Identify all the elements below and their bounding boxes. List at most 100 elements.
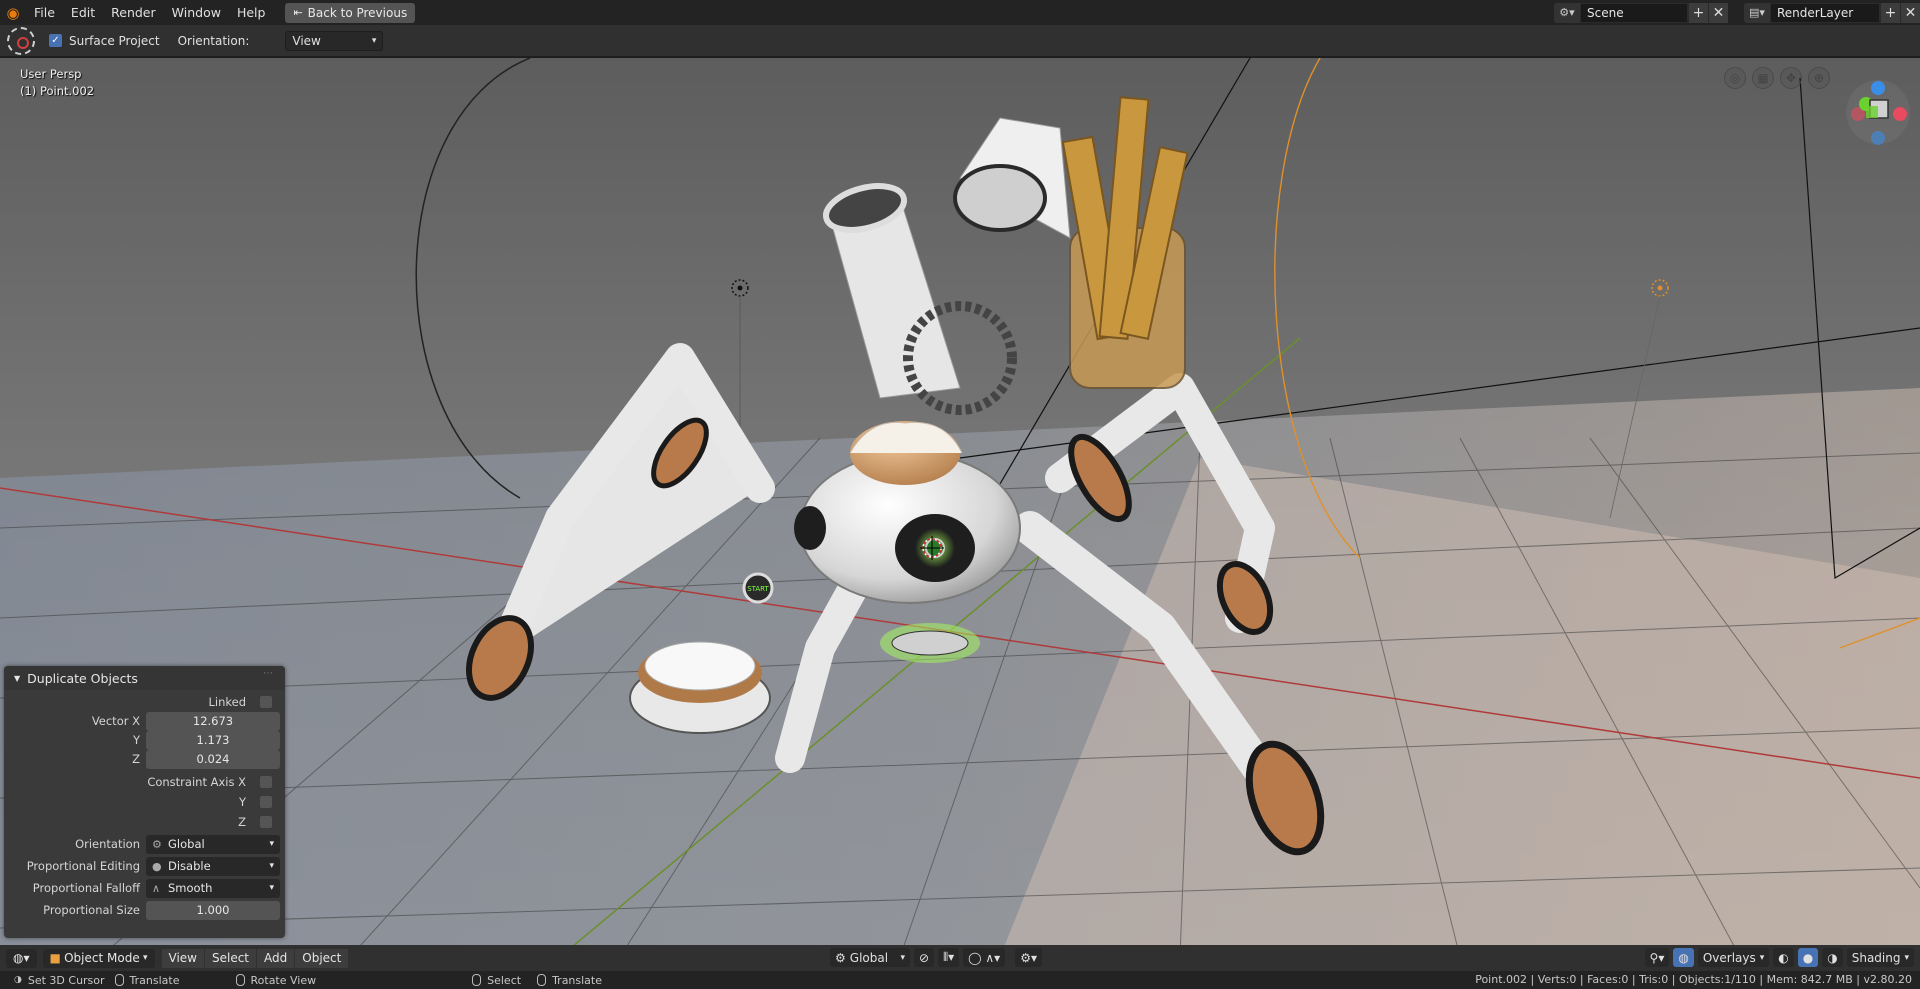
axis-gizmo-icon[interactable] — [1836, 70, 1920, 154]
status-hint-translate: Translate — [114, 974, 180, 987]
view-name: User Persp — [20, 67, 82, 81]
proportional-falloff-dropdown[interactable]: ∧ Smooth ▾ — [146, 878, 280, 898]
vector-y-field[interactable]: 1.173 — [146, 730, 280, 750]
mouse-right-icon — [114, 974, 124, 986]
status-hint-translate-2: Translate — [537, 974, 602, 987]
mouse-drag-icon — [537, 974, 547, 986]
new-scene-button[interactable]: + — [1688, 2, 1708, 23]
top-bar: ◉ File Edit Render Window Help ⇤ Back to… — [0, 0, 1920, 25]
back-icon: ⇤ — [293, 6, 303, 19]
proportional-editing-dropdown[interactable]: ● Disable ▾ — [146, 856, 280, 876]
render-layer-field[interactable]: RenderLayer — [1770, 2, 1880, 23]
global-orientation-icon: ⚙ — [152, 837, 162, 851]
menu-edit[interactable]: Edit — [63, 0, 103, 25]
proportional-falloff-row: Proportional Falloff ∧ Smooth ▾ — [4, 878, 285, 898]
constraint-y-checkbox[interactable] — [260, 796, 272, 808]
proportional-size-row: Proportional Size 1.000 — [4, 900, 285, 920]
proportional-size-field[interactable]: 1.000 — [146, 900, 280, 920]
overlays-toggle-icon[interactable]: ◍ — [1673, 948, 1694, 967]
menu-view[interactable]: View — [161, 948, 204, 968]
scene-statistics: Point.002 | Verts:0 | Faces:0 | Tris:0 |… — [1475, 973, 1912, 986]
status-hint-set-cursor: ◑ Set 3D Cursor — [14, 974, 105, 987]
select-label: Select — [487, 973, 522, 987]
rendered-shading-icon[interactable]: ● — [1797, 948, 1819, 967]
material-shading-icon[interactable]: ◑ — [1822, 948, 1843, 967]
perspective-toggle-icon[interactable]: ▦ — [1752, 67, 1774, 89]
new-render-layer-button[interactable]: + — [1880, 2, 1900, 23]
snap-icon[interactable]: ⫴▾ — [938, 948, 960, 967]
transform-orientation-dropdown[interactable]: ⚙ Global ▾ — [830, 948, 910, 967]
proportional-size-label: Proportional Size — [43, 903, 140, 917]
linked-row: Linked — [4, 692, 285, 712]
chevron-down-icon: ▾ — [269, 882, 274, 893]
proportional-editing-icon[interactable]: ◯ ∧▾ — [963, 948, 1006, 967]
menu-render[interactable]: Render — [103, 0, 164, 25]
proportional-editing-row: Proportional Editing ● Disable ▾ — [4, 856, 285, 876]
vector-z-label: Z — [132, 752, 140, 766]
chevron-down-icon: ▾ — [269, 838, 274, 849]
overlays-dropdown[interactable]: Overlays ▾ — [1697, 948, 1770, 967]
move-view-icon[interactable]: ✥ — [1780, 67, 1802, 89]
constraint-x-checkbox[interactable] — [260, 776, 272, 788]
rotate-view-label: Rotate View — [250, 973, 317, 987]
global-orientation-icon: ⚙ — [835, 950, 846, 965]
proportional-falloff-value: Smooth — [168, 880, 213, 895]
redo-panel-duplicate-objects: ▼ Duplicate Objects ⋯ Linked Vector X 12… — [4, 666, 285, 938]
status-hint-select: Select — [472, 974, 521, 987]
drag-handle-icon[interactable]: ⋯ — [263, 668, 273, 679]
vector-y-label: Y — [132, 733, 140, 747]
surface-project-checkbox[interactable]: ✓ — [49, 34, 62, 47]
wireframe-shading-icon[interactable]: ◐ — [1773, 948, 1794, 967]
start-button-label: START — [747, 585, 769, 593]
orientation-label: Orientation — [75, 837, 140, 851]
linked-checkbox[interactable] — [260, 696, 272, 708]
shading-dropdown[interactable]: Shading ▾ — [1846, 948, 1914, 967]
constraint-z-checkbox[interactable] — [260, 816, 272, 828]
menu-add[interactable]: Add — [257, 948, 295, 968]
orientation-value: View — [292, 33, 321, 48]
redo-panel-title: Duplicate Objects — [27, 670, 138, 686]
constraint-z-label: Z — [238, 815, 246, 829]
gizmo-options-icon[interactable]: ⚙▾ — [1015, 948, 1042, 967]
menu-file[interactable]: File — [26, 0, 63, 25]
scene-name-field[interactable]: Scene — [1580, 2, 1688, 23]
chevron-down-icon: ▾ — [142, 953, 148, 963]
scene-icon[interactable]: ⚙▾ — [1554, 2, 1580, 23]
scene-selector: ⚙▾ Scene + ✕ — [1554, 2, 1728, 23]
chevron-down-icon: ▾ — [1904, 952, 1909, 963]
vector-x-field[interactable]: 12.673 — [146, 711, 280, 731]
constraint-y-row: Y — [4, 792, 285, 812]
orientation-value: Global — [168, 836, 205, 851]
orientation-dropdown[interactable]: ⚙ Global ▾ — [146, 834, 280, 854]
zoom-view-icon[interactable]: ⊕ — [1808, 67, 1830, 89]
vector-y-row: Y 1.173 — [4, 730, 285, 750]
pivot-point-icon[interactable]: ⊘ — [914, 948, 935, 967]
editor-type-button[interactable]: ◍▾ — [6, 948, 37, 968]
menu-window[interactable]: Window — [164, 0, 229, 25]
camera-view-icon[interactable]: ◎ — [1724, 67, 1746, 89]
delete-render-layer-button[interactable]: ✕ — [1900, 2, 1920, 23]
3d-viewport[interactable]: START User Persp (1) Point.002 ◎ ▦ ✥ ⊕ ▼… — [0, 58, 1920, 957]
back-to-previous-button[interactable]: ⇤ Back to Previous — [285, 2, 416, 23]
render-layer-selector: ▤▾ RenderLayer + ✕ — [1744, 2, 1920, 23]
shading-label: Shading — [1851, 950, 1901, 965]
visibility-icon[interactable]: ⚲▾ — [1644, 948, 1670, 967]
linked-label: Linked — [208, 695, 246, 709]
cursor-tool-icon[interactable] — [7, 26, 35, 55]
redo-panel-header[interactable]: ▼ Duplicate Objects ⋯ — [4, 666, 285, 690]
scene-render: START — [0, 58, 1920, 957]
menu-object[interactable]: Object — [295, 948, 349, 968]
render-layer-icon[interactable]: ▤▾ — [1744, 2, 1770, 23]
orientation-dropdown[interactable]: View ▾ — [285, 30, 384, 51]
blender-logo-icon[interactable]: ◉ — [0, 0, 26, 25]
menu-help[interactable]: Help — [229, 0, 274, 25]
transform-orientation-value: Global — [849, 950, 889, 965]
constraint-z-row: Z — [4, 812, 285, 832]
object-mode-dropdown[interactable]: ■ Object Mode ▾ — [42, 948, 155, 968]
collapse-triangle-icon[interactable]: ▼ — [14, 674, 20, 683]
menu-select[interactable]: Select — [204, 948, 257, 968]
object-mode-icon: ■ — [49, 951, 61, 965]
vector-z-field[interactable]: 0.024 — [146, 749, 280, 769]
proportional-editing-label: Proportional Editing — [26, 859, 140, 873]
delete-scene-button[interactable]: ✕ — [1708, 2, 1728, 23]
